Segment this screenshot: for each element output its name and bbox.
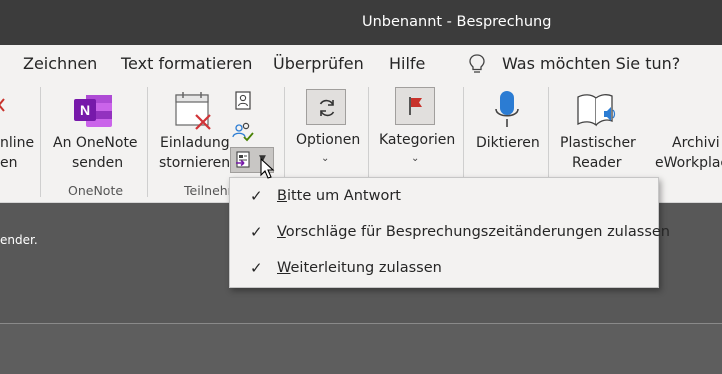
send-to-onenote-line2[interactable]: senden xyxy=(72,153,123,173)
tell-me-search[interactable]: Was möchten Sie tun? xyxy=(502,54,680,73)
menu-item-allow-new-time-proposals[interactable]: ✓ Vorschläge für Besprechungszeitänderun… xyxy=(230,215,670,251)
menu-item-label: Vorschläge für Besprechungszeitänderunge… xyxy=(277,224,670,240)
categories-icon-box[interactable] xyxy=(395,87,435,125)
archive-button-line2[interactable]: eWorkplac xyxy=(655,153,722,173)
menu-item-label: Bitte um Antwort xyxy=(277,188,401,204)
cancel-invitation-line2[interactable]: stornieren xyxy=(159,153,230,173)
checkmark-icon: ✓ xyxy=(250,259,263,277)
group-label-onenote: OneNote xyxy=(68,183,124,198)
menu-ueberpruefen[interactable]: Überprüfen xyxy=(273,54,364,73)
refresh-icon xyxy=(319,99,335,117)
immersive-reader-line2[interactable]: Reader xyxy=(572,153,622,173)
online-meeting-label-line1[interactable]: nline xyxy=(0,133,34,153)
immersive-reader-line1[interactable]: Plastischer xyxy=(560,133,636,153)
menu-hilfe[interactable]: Hilfe xyxy=(389,54,425,73)
address-book-icon[interactable] xyxy=(234,91,252,111)
archive-button-line1[interactable]: Archivi xyxy=(672,133,720,153)
title-bar: Unbenannt - Besprechung xyxy=(0,0,722,45)
menu-text-formatieren[interactable]: Text formatieren xyxy=(121,54,252,73)
chevron-down-icon[interactable]: ⌄ xyxy=(411,153,419,164)
cancel-invitation-line1[interactable]: Einladung xyxy=(160,133,230,153)
menu-item-label: Weiterleitung zulassen xyxy=(277,260,442,276)
response-options-icon xyxy=(236,151,250,168)
lightbulb-icon[interactable] xyxy=(468,53,486,75)
online-meeting-icon[interactable] xyxy=(0,93,8,123)
menu-zeichnen[interactable]: Zeichnen xyxy=(23,54,97,73)
cancel-invitation-icon[interactable] xyxy=(174,89,214,131)
dictate-button[interactable]: Diktieren xyxy=(476,133,540,153)
check-names-icon[interactable] xyxy=(232,121,254,143)
options-button[interactable]: Optionen xyxy=(296,130,360,150)
online-meeting-label-line2[interactable]: en xyxy=(0,153,18,173)
window-title: Unbenannt - Besprechung xyxy=(362,14,552,30)
menu-bar: Zeichnen Text formatieren Überprüfen Hil… xyxy=(0,45,722,81)
microphone-icon[interactable] xyxy=(493,89,521,131)
svg-text:N: N xyxy=(80,102,90,118)
mouse-cursor-icon xyxy=(260,158,275,179)
categories-button[interactable]: Kategorien xyxy=(379,130,455,150)
menu-item-request-responses[interactable]: ✓ Bitte um Antwort xyxy=(230,179,658,215)
chevron-down-icon[interactable]: ⌄ xyxy=(321,153,329,164)
separator xyxy=(147,87,148,197)
info-text: ender. xyxy=(0,233,38,247)
immersive-reader-icon[interactable] xyxy=(576,91,618,131)
options-button-icon-box[interactable] xyxy=(306,89,346,125)
separator xyxy=(40,87,41,197)
send-to-onenote-line1[interactable]: An OneNote xyxy=(53,133,138,153)
flag-icon xyxy=(409,97,422,115)
menu-item-allow-forwarding[interactable]: ✓ Weiterleitung zulassen xyxy=(230,251,658,287)
response-options-dropdown: ✓ Bitte um Antwort ✓ Vorschläge für Besp… xyxy=(229,177,670,288)
onenote-icon[interactable]: N xyxy=(72,91,116,131)
checkmark-icon: ✓ xyxy=(250,223,263,241)
checkmark-icon: ✓ xyxy=(250,187,263,205)
